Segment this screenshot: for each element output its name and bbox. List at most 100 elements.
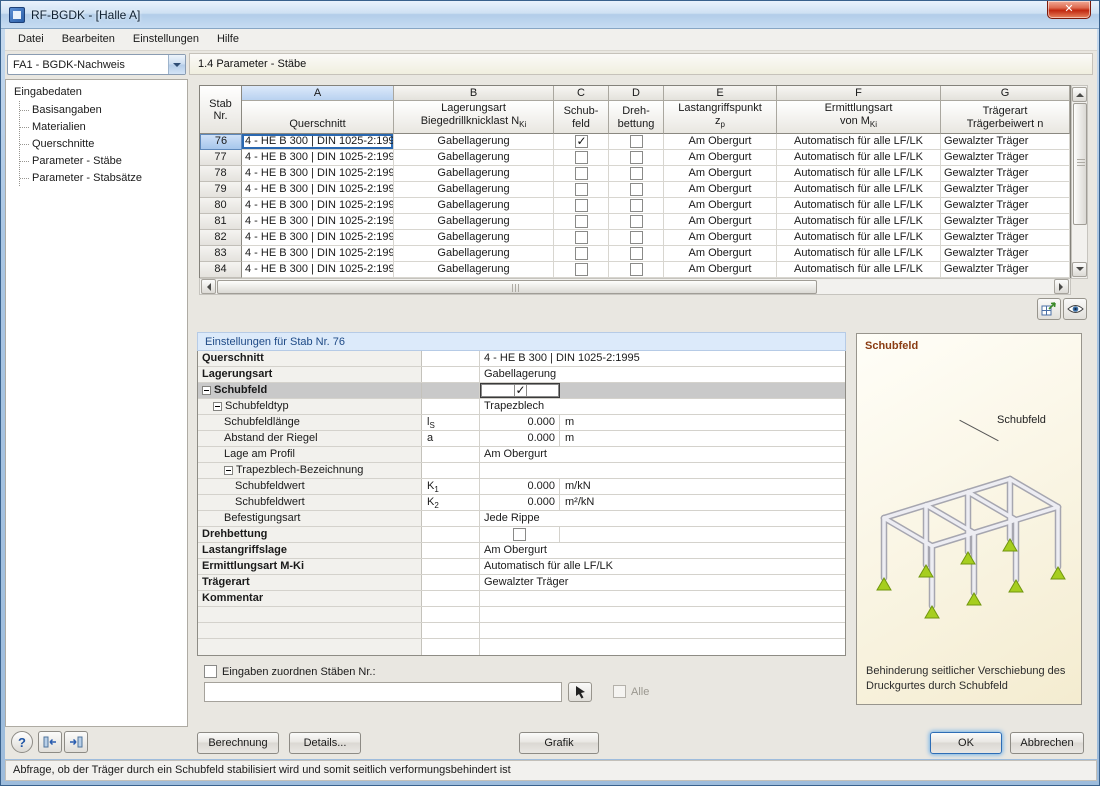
menu-item-datei[interactable]: Datei <box>9 29 53 50</box>
cell-lastangriff[interactable]: Am Obergurt <box>664 262 777 278</box>
cell-schubfeld[interactable] <box>554 166 609 182</box>
checkbox[interactable] <box>575 135 588 148</box>
cell-schubfeld[interactable] <box>554 246 609 262</box>
cell-lagerung[interactable]: Gabellagerung <box>394 214 554 230</box>
cell-drehbettung[interactable] <box>609 246 664 262</box>
row-header[interactable]: 84 <box>200 262 242 278</box>
checkbox[interactable] <box>513 528 526 541</box>
checkbox[interactable] <box>630 247 643 260</box>
scroll-down-icon[interactable] <box>1072 262 1087 277</box>
cell-traegerart[interactable]: Gewalzter Träger <box>941 134 1070 150</box>
sidebar-item-parameter-stäbe[interactable]: Parameter - Stäbe <box>20 152 187 169</box>
cell-querschnitt[interactable]: 4 - HE B 300 | DIN 1025-2:1995 <box>242 230 394 246</box>
sidebar-item-querschnitte[interactable]: Querschnitte <box>20 135 187 152</box>
cell-lagerung[interactable]: Gabellagerung <box>394 262 554 278</box>
pick-members-button[interactable] <box>568 682 592 702</box>
settings-value[interactable]: Am Obergurt <box>480 447 845 462</box>
cell-lagerung[interactable]: Gabellagerung <box>394 198 554 214</box>
checkbox[interactable] <box>575 263 588 276</box>
assign-members-input[interactable] <box>204 682 562 702</box>
cell-ermittlung[interactable]: Automatisch für alle LF/LK <box>777 214 941 230</box>
cell-querschnitt[interactable]: 4 - HE B 300 | DIN 1025-2:1995 <box>242 198 394 214</box>
checkbox[interactable] <box>630 231 643 244</box>
scroll-up-icon[interactable] <box>1072 87 1087 102</box>
cell-querschnitt[interactable]: 4 - HE B 300 | DIN 1025-2:1995 <box>242 246 394 262</box>
cell-querschnitt[interactable]: 4 - HE B 300 | DIN 1025-2:1995 <box>242 262 394 278</box>
row-header[interactable]: 83 <box>200 246 242 262</box>
cell-drehbettung[interactable] <box>609 214 664 230</box>
ok-button[interactable]: OK <box>930 732 1002 754</box>
settings-value[interactable] <box>480 591 845 606</box>
cell-drehbettung[interactable] <box>609 262 664 278</box>
cell-lagerung[interactable]: Gabellagerung <box>394 150 554 166</box>
cell-schubfeld[interactable] <box>554 214 609 230</box>
menu-item-hilfe[interactable]: Hilfe <box>208 29 248 50</box>
collapse-icon[interactable] <box>202 386 211 395</box>
settings-checkbox-cell[interactable] <box>480 383 560 398</box>
cell-ermittlung[interactable]: Automatisch für alle LF/LK <box>777 246 941 262</box>
cell-querschnitt[interactable]: 4 - HE B 300 | DIN 1025-2:1995 <box>242 214 394 230</box>
cell-traegerart[interactable]: Gewalzter Träger <box>941 150 1070 166</box>
help-button[interactable]: ? <box>11 731 33 753</box>
column-header-B[interactable]: LagerungsartBiegedrillknicklast NKi <box>394 101 554 134</box>
settings-value[interactable]: Jede Rippe <box>480 511 845 526</box>
cell-schubfeld[interactable] <box>554 182 609 198</box>
settings-checkbox-cell[interactable] <box>480 527 560 542</box>
column-letter-A[interactable]: A <box>242 86 394 101</box>
cell-ermittlung[interactable]: Automatisch für alle LF/LK <box>777 182 941 198</box>
berechnung-button[interactable]: Berechnung <box>197 732 279 754</box>
settings-value[interactable]: 0.000 <box>480 415 560 430</box>
cell-traegerart[interactable]: Gewalzter Träger <box>941 214 1070 230</box>
settings-value[interactable]: 0.000 <box>480 431 560 446</box>
assign-to-members-toggle[interactable]: Eingaben zuordnen Stäben Nr.: <box>204 665 376 678</box>
abbrechen-button[interactable]: Abbrechen <box>1010 732 1084 754</box>
menu-item-bearbeiten[interactable]: Bearbeiten <box>53 29 124 50</box>
row-header[interactable]: 82 <box>200 230 242 246</box>
collapse-icon[interactable] <box>224 466 233 475</box>
checkbox[interactable] <box>575 231 588 244</box>
settings-value[interactable]: Gewalzter Träger <box>480 575 845 590</box>
column-header-C[interactable]: Schub-feld <box>554 101 609 134</box>
cell-lastangriff[interactable]: Am Obergurt <box>664 246 777 262</box>
cell-drehbettung[interactable] <box>609 182 664 198</box>
chevron-down-icon[interactable] <box>168 55 185 74</box>
assign-checkbox[interactable] <box>204 665 217 678</box>
cell-ermittlung[interactable]: Automatisch für alle LF/LK <box>777 198 941 214</box>
row-header[interactable]: 78 <box>200 166 242 182</box>
settings-value[interactable]: Gabellagerung <box>480 367 845 382</box>
cell-lastangriff[interactable]: Am Obergurt <box>664 182 777 198</box>
case-selector[interactable]: FA1 - BGDK-Nachweis <box>7 54 186 75</box>
cell-traegerart[interactable]: Gewalzter Träger <box>941 246 1070 262</box>
column-header-E[interactable]: Lastangriffspunktzp <box>664 101 777 134</box>
cell-schubfeld[interactable] <box>554 262 609 278</box>
checkbox[interactable] <box>575 199 588 212</box>
scroll-left-icon[interactable] <box>201 279 216 294</box>
cell-lagerung[interactable]: Gabellagerung <box>394 182 554 198</box>
cell-querschnitt[interactable]: 4 - HE B 300 | DIN 1025-2:1995 <box>242 166 394 182</box>
dock-panel-left-button[interactable] <box>38 731 62 753</box>
grafik-button[interactable]: Grafik <box>519 732 599 754</box>
table-horizontal-scrollbar[interactable] <box>199 278 1071 295</box>
cell-querschnitt[interactable]: 4 - HE B 300 | DIN 1025-2:1995 <box>242 150 394 166</box>
row-header[interactable]: 76 <box>200 134 242 150</box>
details-button[interactable]: Details... <box>289 732 361 754</box>
cell-schubfeld[interactable] <box>554 134 609 150</box>
checkbox[interactable] <box>575 151 588 164</box>
checkbox[interactable] <box>630 215 643 228</box>
row-header[interactable]: 81 <box>200 214 242 230</box>
column-letter-G[interactable]: G <box>941 86 1070 101</box>
column-letter-E[interactable]: E <box>664 86 777 101</box>
horizontal-scroll-thumb[interactable] <box>217 280 817 294</box>
column-header-G[interactable]: TrägerartTrägerbeiwert n <box>941 101 1070 134</box>
row-header[interactable]: 80 <box>200 198 242 214</box>
cell-querschnitt[interactable]: 4 - HE B 300 | DIN 1025-2:1995 <box>242 134 394 150</box>
settings-value[interactable]: Am Obergurt <box>480 543 845 558</box>
sidebar-item-parameter-stabsätze[interactable]: Parameter - Stabsätze <box>20 169 187 186</box>
column-header-F[interactable]: Ermittlungsartvon MKi <box>777 101 941 134</box>
column-letter-B[interactable]: B <box>394 86 554 101</box>
checkbox[interactable] <box>575 247 588 260</box>
checkbox[interactable] <box>514 384 527 397</box>
column-letter-C[interactable]: C <box>554 86 609 101</box>
vertical-scroll-thumb[interactable] <box>1073 103 1087 225</box>
title-bar[interactable]: RF-BGDK - [Halle A] ✕ <box>1 1 1100 29</box>
